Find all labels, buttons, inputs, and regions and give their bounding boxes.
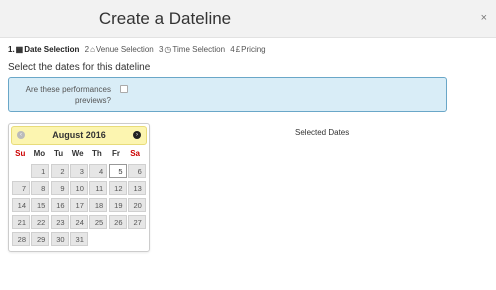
clock-icon: ◷ (164, 45, 172, 54)
calendar-day[interactable]: 30 (50, 232, 69, 246)
wizard-step-3[interactable]: 3◷Time Selection (159, 45, 225, 54)
wizard-step-label: Venue Selection (95, 45, 154, 54)
weekday-label: Su (15, 149, 26, 158)
wizard-step-4[interactable]: 4£Pricing (230, 45, 265, 54)
calendar-icon: ▦ (15, 45, 24, 54)
wizard-step-2[interactable]: 2⌂Venue Selection (85, 45, 154, 54)
calendar-day[interactable]: 18 (89, 198, 108, 212)
calendar-day[interactable]: 3 (69, 164, 88, 178)
calendar-day[interactable]: 27 (127, 215, 146, 229)
weekday-label: Fr (111, 149, 120, 158)
wizard-steps: 1.▦Date Selection 2⌂Venue Selection 3◷Ti… (8, 45, 269, 54)
close-icon[interactable]: × (481, 12, 487, 24)
calendar-day[interactable]: 9 (50, 181, 69, 195)
calendar-day[interactable]: 8 (31, 181, 50, 195)
calendar-day[interactable]: 10 (69, 181, 88, 195)
calendar-day[interactable]: 5 (108, 164, 127, 178)
wizard-step-label: Date Selection (24, 45, 80, 54)
calendar-day[interactable]: 25 (89, 215, 108, 229)
wizard-step-label: Pricing (241, 45, 266, 54)
calendar-day[interactable]: 15 (31, 198, 50, 212)
calendar-day[interactable]: 1 (31, 164, 50, 178)
calendar-day[interactable]: 2 (50, 164, 69, 178)
calendar-day[interactable]: 23 (50, 215, 69, 229)
calendar-day[interactable]: 28 (12, 232, 30, 246)
date-picker: ‹ August 2016 › Su Mo Tu We Th Fr Sa 123456789… (8, 123, 150, 252)
calendar-day[interactable]: 29 (31, 232, 50, 246)
calendar-month-label: August 2016 (52, 130, 106, 140)
calendar-day[interactable]: 21 (12, 215, 30, 229)
next-month-icon[interactable]: › (133, 131, 141, 139)
weekday-label: Tu (53, 149, 64, 158)
calendar-day[interactable]: 12 (108, 181, 127, 195)
calendar-day[interactable]: 4 (89, 164, 108, 178)
weekday-label: Sa (130, 149, 141, 158)
calendar-header: ‹ August 2016 › (11, 126, 147, 145)
calendar-day[interactable]: 19 (108, 198, 127, 212)
weekday-label: Th (91, 149, 102, 158)
weekday-label: We (71, 149, 84, 158)
calendar-day[interactable]: 6 (127, 164, 146, 178)
home-icon: ⌂ (90, 45, 95, 54)
wizard-step-number: 1. (8, 45, 15, 54)
previews-panel: Are these performances previews? (8, 77, 447, 112)
selected-dates-label: Selected Dates (295, 128, 350, 137)
modal-header: Create a Dateline × (0, 0, 496, 38)
page-subtitle: Select the dates for this dateline (8, 62, 151, 73)
previews-checkbox[interactable] (120, 85, 128, 93)
wizard-step-number: 4 (230, 45, 235, 54)
calendar-day[interactable]: 24 (69, 215, 88, 229)
wizard-step-1[interactable]: 1.▦Date Selection (8, 45, 79, 54)
calendar-day[interactable]: 31 (69, 232, 88, 246)
modal-title: Create a Dateline (98, 9, 232, 28)
calendar-day[interactable]: 11 (89, 181, 108, 195)
calendar-day[interactable]: 14 (12, 198, 30, 212)
wizard-step-number: 2 (84, 45, 90, 54)
calendar-day[interactable]: 17 (69, 198, 88, 212)
calendar-day[interactable]: 16 (50, 198, 69, 212)
weekday-header: Su Mo Tu We Th Fr Sa (11, 149, 145, 158)
calendar-day[interactable]: 7 (12, 181, 30, 195)
wizard-step-number: 3 (158, 45, 164, 54)
calendar-day[interactable]: 13 (127, 181, 146, 195)
weekday-label: Mo (33, 149, 46, 158)
calendar-day[interactable]: 26 (108, 215, 127, 229)
previews-label: Are these performances previews? (25, 85, 111, 105)
wizard-step-label: Time Selection (172, 45, 226, 54)
calendar-day[interactable]: 22 (31, 215, 50, 229)
pound-icon: £ (235, 45, 241, 54)
calendar-day[interactable]: 20 (127, 198, 146, 212)
